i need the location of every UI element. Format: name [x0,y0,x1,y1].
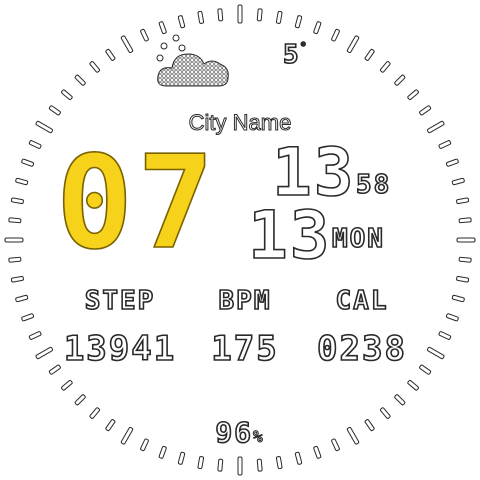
dial-tick [8,256,22,263]
dial-tick [256,8,263,22]
dial-tick [394,394,406,406]
dial-tick [445,158,459,167]
dial-tick [105,48,116,61]
dial-tick [61,89,73,101]
dial-tick [21,313,35,322]
dial-tick [407,89,419,101]
dial-tick [275,456,283,470]
dial-tick [197,456,205,470]
dial-tick [458,256,472,263]
dial-tick [140,28,149,42]
dial-tick [217,458,224,472]
step-count: 13941 [63,329,177,369]
heart-rate-value: 175 [210,329,279,369]
dial-tick [8,217,22,224]
step-label: STEP [84,285,156,317]
weekday-label: MON [331,224,385,254]
dial-tick [10,275,24,283]
dial-tick [294,451,303,465]
dial-tick [456,275,470,283]
second-digits: 58 [355,170,392,200]
dial-tick [379,61,391,73]
dial-tick [120,35,134,54]
hour-digits: 07 [55,129,219,278]
dial-tick [15,294,29,303]
dial-tick [331,28,340,42]
dial-tick [364,48,375,61]
dial-tick [438,331,452,340]
dial-tick [177,15,186,29]
dial-tick [21,158,35,167]
dial-tick [4,237,24,243]
dial-tick [445,313,459,322]
dial-tick [458,217,472,224]
dial-tick [217,8,224,22]
cal-label: CAL [335,285,389,317]
temperature-unit: ° [299,39,308,55]
battery-level: 96% [0,416,480,452]
dial-tick [313,21,322,35]
dial-tick [275,10,283,24]
dial-tick [456,237,476,243]
dial-tick [61,379,73,391]
dial-tick [451,294,465,303]
dial-tick [74,394,86,406]
dial-tick [74,74,86,86]
day-of-month: 13 [247,197,332,274]
battery-value: 96 [215,416,254,449]
temperature-value: 5 [282,39,300,71]
dial-tick [28,140,42,149]
bpm-label: BPM [218,285,272,317]
dial-tick [237,456,243,476]
snow-cloud-icon [156,34,229,87]
temperature-readout: 5° [282,39,308,71]
calories-value: 0238 [316,329,407,369]
dial-tick [237,4,243,24]
dial-tick [256,458,263,472]
dial-tick [407,379,419,391]
dial-tick [10,197,24,205]
dial-tick [15,177,29,186]
dial-tick [346,35,360,54]
dial-tick [28,331,42,340]
dial-tick [438,140,452,149]
dial-tick [394,74,406,86]
dial-tick [294,15,303,29]
dial-tick [426,346,445,360]
dial-tick [451,177,465,186]
dial-tick [89,61,101,73]
dial-tick [197,10,205,24]
watch-face: 5° City Name 07 13 58 13 MON STEP BPM CA… [0,0,480,480]
dial-tick [35,346,54,360]
dial-tick [456,197,470,205]
dial-tick [177,451,186,465]
battery-unit: % [253,427,265,447]
